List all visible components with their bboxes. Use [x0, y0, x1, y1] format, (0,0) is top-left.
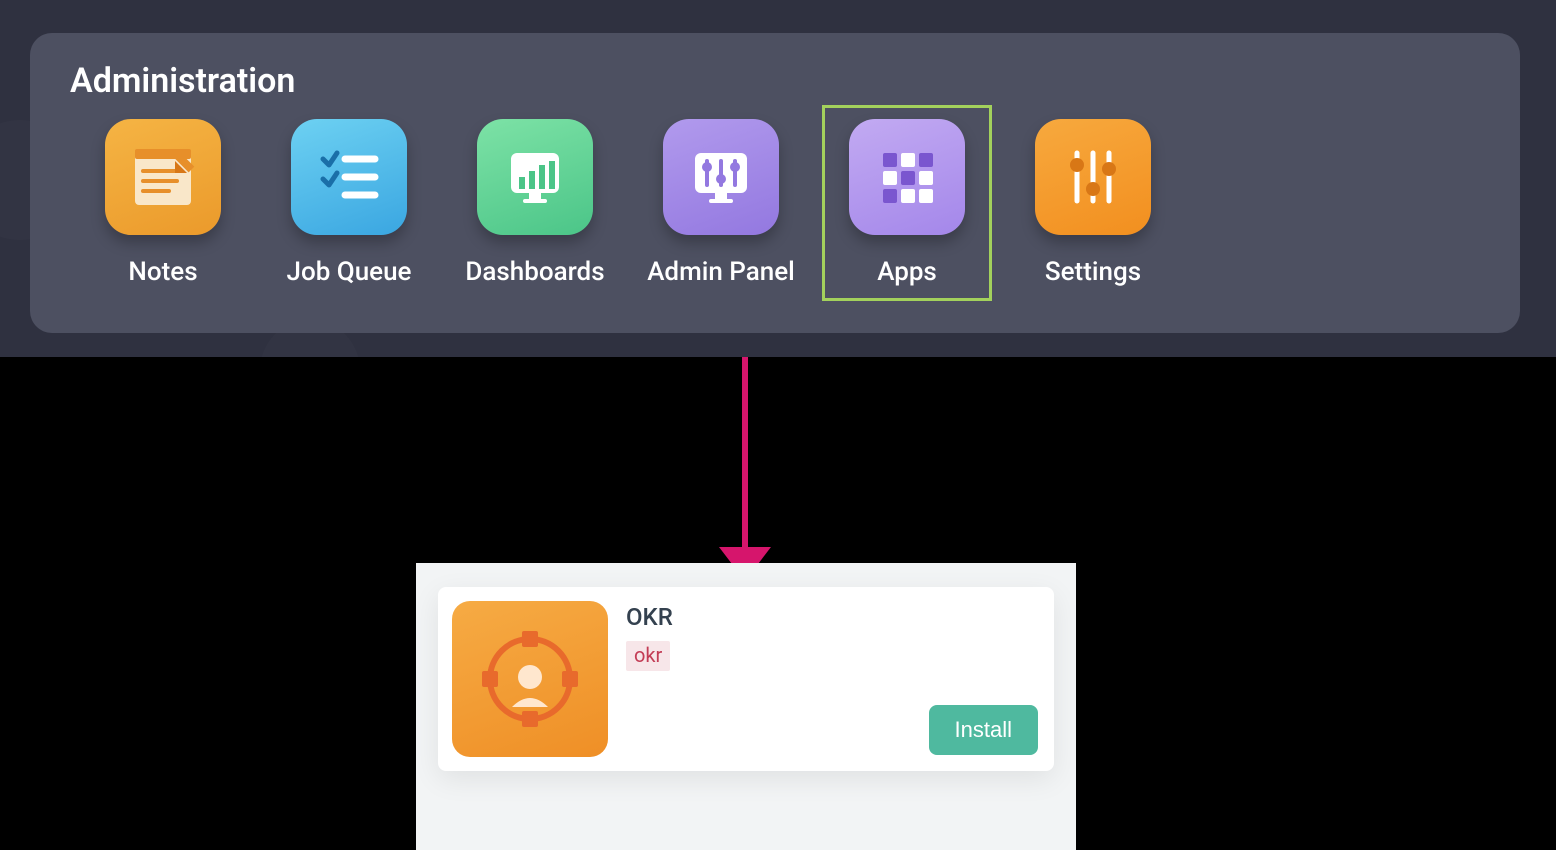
admin-tile-label: Notes: [128, 257, 197, 287]
admin-tile-label: Apps: [877, 257, 937, 287]
checklist-icon: [291, 119, 407, 235]
chart-icon: [477, 119, 593, 235]
admin-tile-settings[interactable]: Settings: [1000, 115, 1186, 287]
admin-tile-label: Settings: [1045, 257, 1141, 287]
administration-panel: Administration Notes: [30, 33, 1520, 333]
app-title: OKR: [626, 603, 1038, 631]
sliders-icon: [1035, 119, 1151, 235]
admin-tile-label: Dashboards: [465, 257, 604, 287]
apps-panel: OKR okr Install: [416, 563, 1076, 850]
top-region: Administration Notes: [0, 0, 1556, 357]
admin-tile-admin-panel[interactable]: Admin Panel: [628, 115, 814, 287]
admin-tile-dashboards[interactable]: Dashboards: [442, 115, 628, 287]
admin-tile-notes[interactable]: Notes: [70, 115, 256, 287]
app-tag: okr: [626, 641, 670, 671]
app-card-okr[interactable]: OKR okr Install: [438, 587, 1054, 771]
admin-tile-row: Notes Job Queue: [70, 115, 1480, 287]
admin-tile-apps[interactable]: Apps: [814, 115, 1000, 287]
admin-tile-job-queue[interactable]: Job Queue: [256, 115, 442, 287]
admin-tile-label: Admin Panel: [647, 257, 795, 287]
administration-title: Administration: [70, 61, 1480, 101]
arrow-connector: [742, 357, 748, 557]
okr-icon: [452, 601, 608, 757]
grid-icon: [849, 119, 965, 235]
install-button[interactable]: Install: [929, 705, 1038, 755]
notes-icon: [105, 119, 221, 235]
sliders-panel-icon: [663, 119, 779, 235]
admin-tile-label: Job Queue: [287, 257, 412, 287]
